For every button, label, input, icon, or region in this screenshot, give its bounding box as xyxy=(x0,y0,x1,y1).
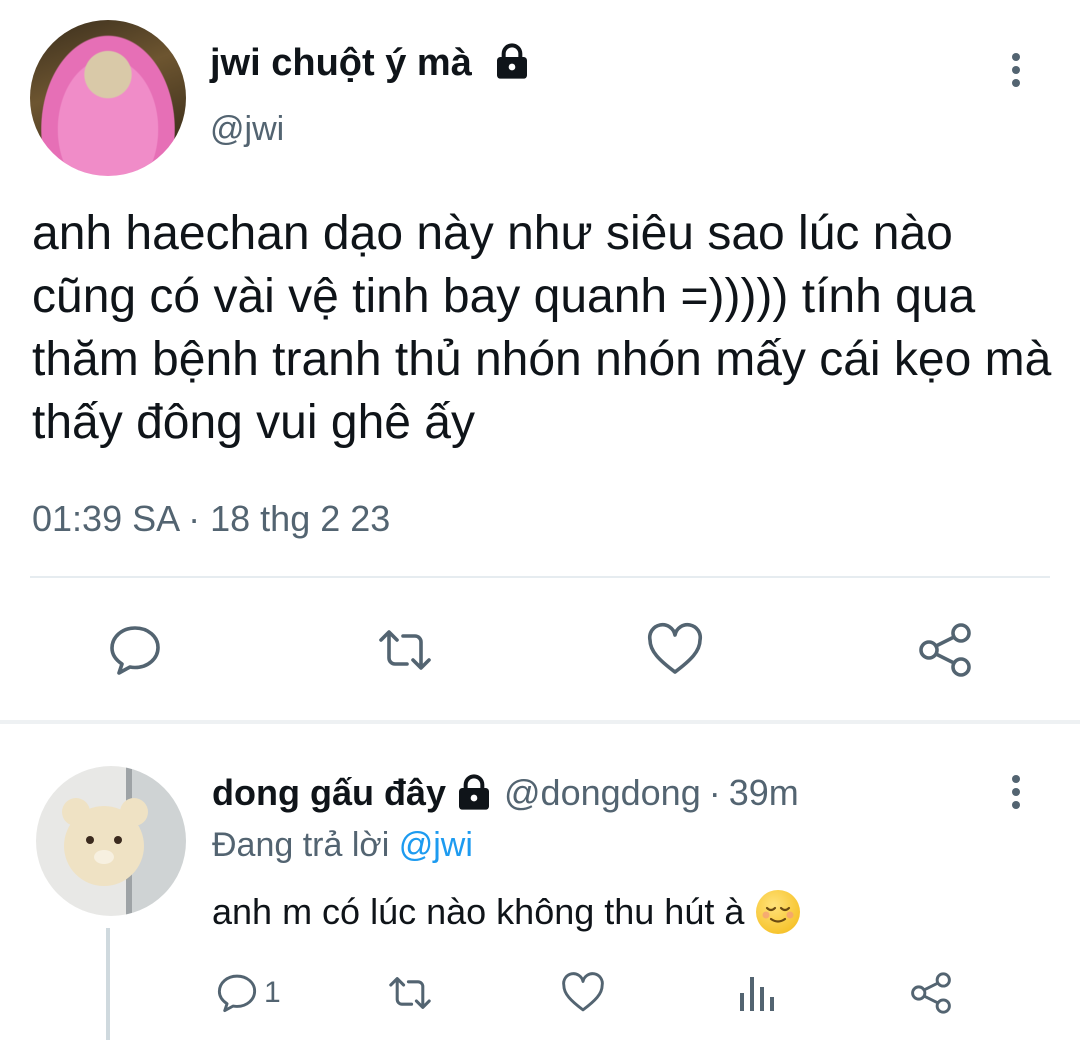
reply-text: anh m có lúc nào không thu hút à xyxy=(212,891,745,932)
tweet-timestamp[interactable]: 01:39 SA · 18 thg 2 23 xyxy=(32,498,390,540)
reply-time[interactable]: 39m xyxy=(729,772,799,814)
retweet-icon xyxy=(389,977,431,1009)
reply-reply-button[interactable]: 1 xyxy=(214,968,281,1018)
like-icon xyxy=(562,972,604,1012)
analytics-icon xyxy=(740,977,774,1011)
more-options-icon[interactable] xyxy=(996,772,1036,812)
tweet-text: anh haechan dạo này như siêu sao lúc nào… xyxy=(32,207,1052,449)
share-icon[interactable] xyxy=(915,620,975,680)
lock-icon xyxy=(459,774,489,810)
reply-icon[interactable] xyxy=(105,620,165,680)
author-name[interactable]: jwi chuột ý mà xyxy=(210,42,472,85)
share-icon xyxy=(911,972,951,1014)
thread-line xyxy=(106,928,110,1040)
section-separator xyxy=(0,720,1080,724)
relieved-face-emoji xyxy=(756,890,801,934)
reply-icon xyxy=(217,974,257,1013)
reply-author-name[interactable]: dong gấu đây xyxy=(212,772,446,814)
reply-like-button[interactable] xyxy=(560,968,606,1018)
reply-retweet-button[interactable] xyxy=(386,968,434,1018)
reply-share-button[interactable] xyxy=(908,968,954,1018)
replying-to-mention[interactable]: @jwi xyxy=(399,826,473,864)
reply-count: 1 xyxy=(264,976,281,1009)
replying-to: Đang trả lời @jwi xyxy=(212,826,473,865)
lock-icon xyxy=(497,43,527,79)
reply-analytics-button[interactable] xyxy=(736,968,780,1018)
reply-author-handle[interactable]: @dongdong xyxy=(504,772,701,814)
reply-header: dong gấu đây @dongdong · 39m xyxy=(212,772,799,814)
more-options-icon[interactable] xyxy=(996,50,1036,90)
divider xyxy=(30,576,1050,578)
retweet-icon[interactable] xyxy=(375,620,435,680)
reply-text-row: anh m có lúc nào không thu hút à xyxy=(212,890,801,934)
author-handle[interactable]: @jwi xyxy=(210,110,284,149)
like-icon[interactable] xyxy=(645,620,705,680)
author-avatar[interactable] xyxy=(30,20,186,176)
reply-author-avatar[interactable] xyxy=(36,766,186,916)
meta-separator: · xyxy=(708,772,721,813)
replying-to-label: Đang trả lời xyxy=(212,826,390,864)
